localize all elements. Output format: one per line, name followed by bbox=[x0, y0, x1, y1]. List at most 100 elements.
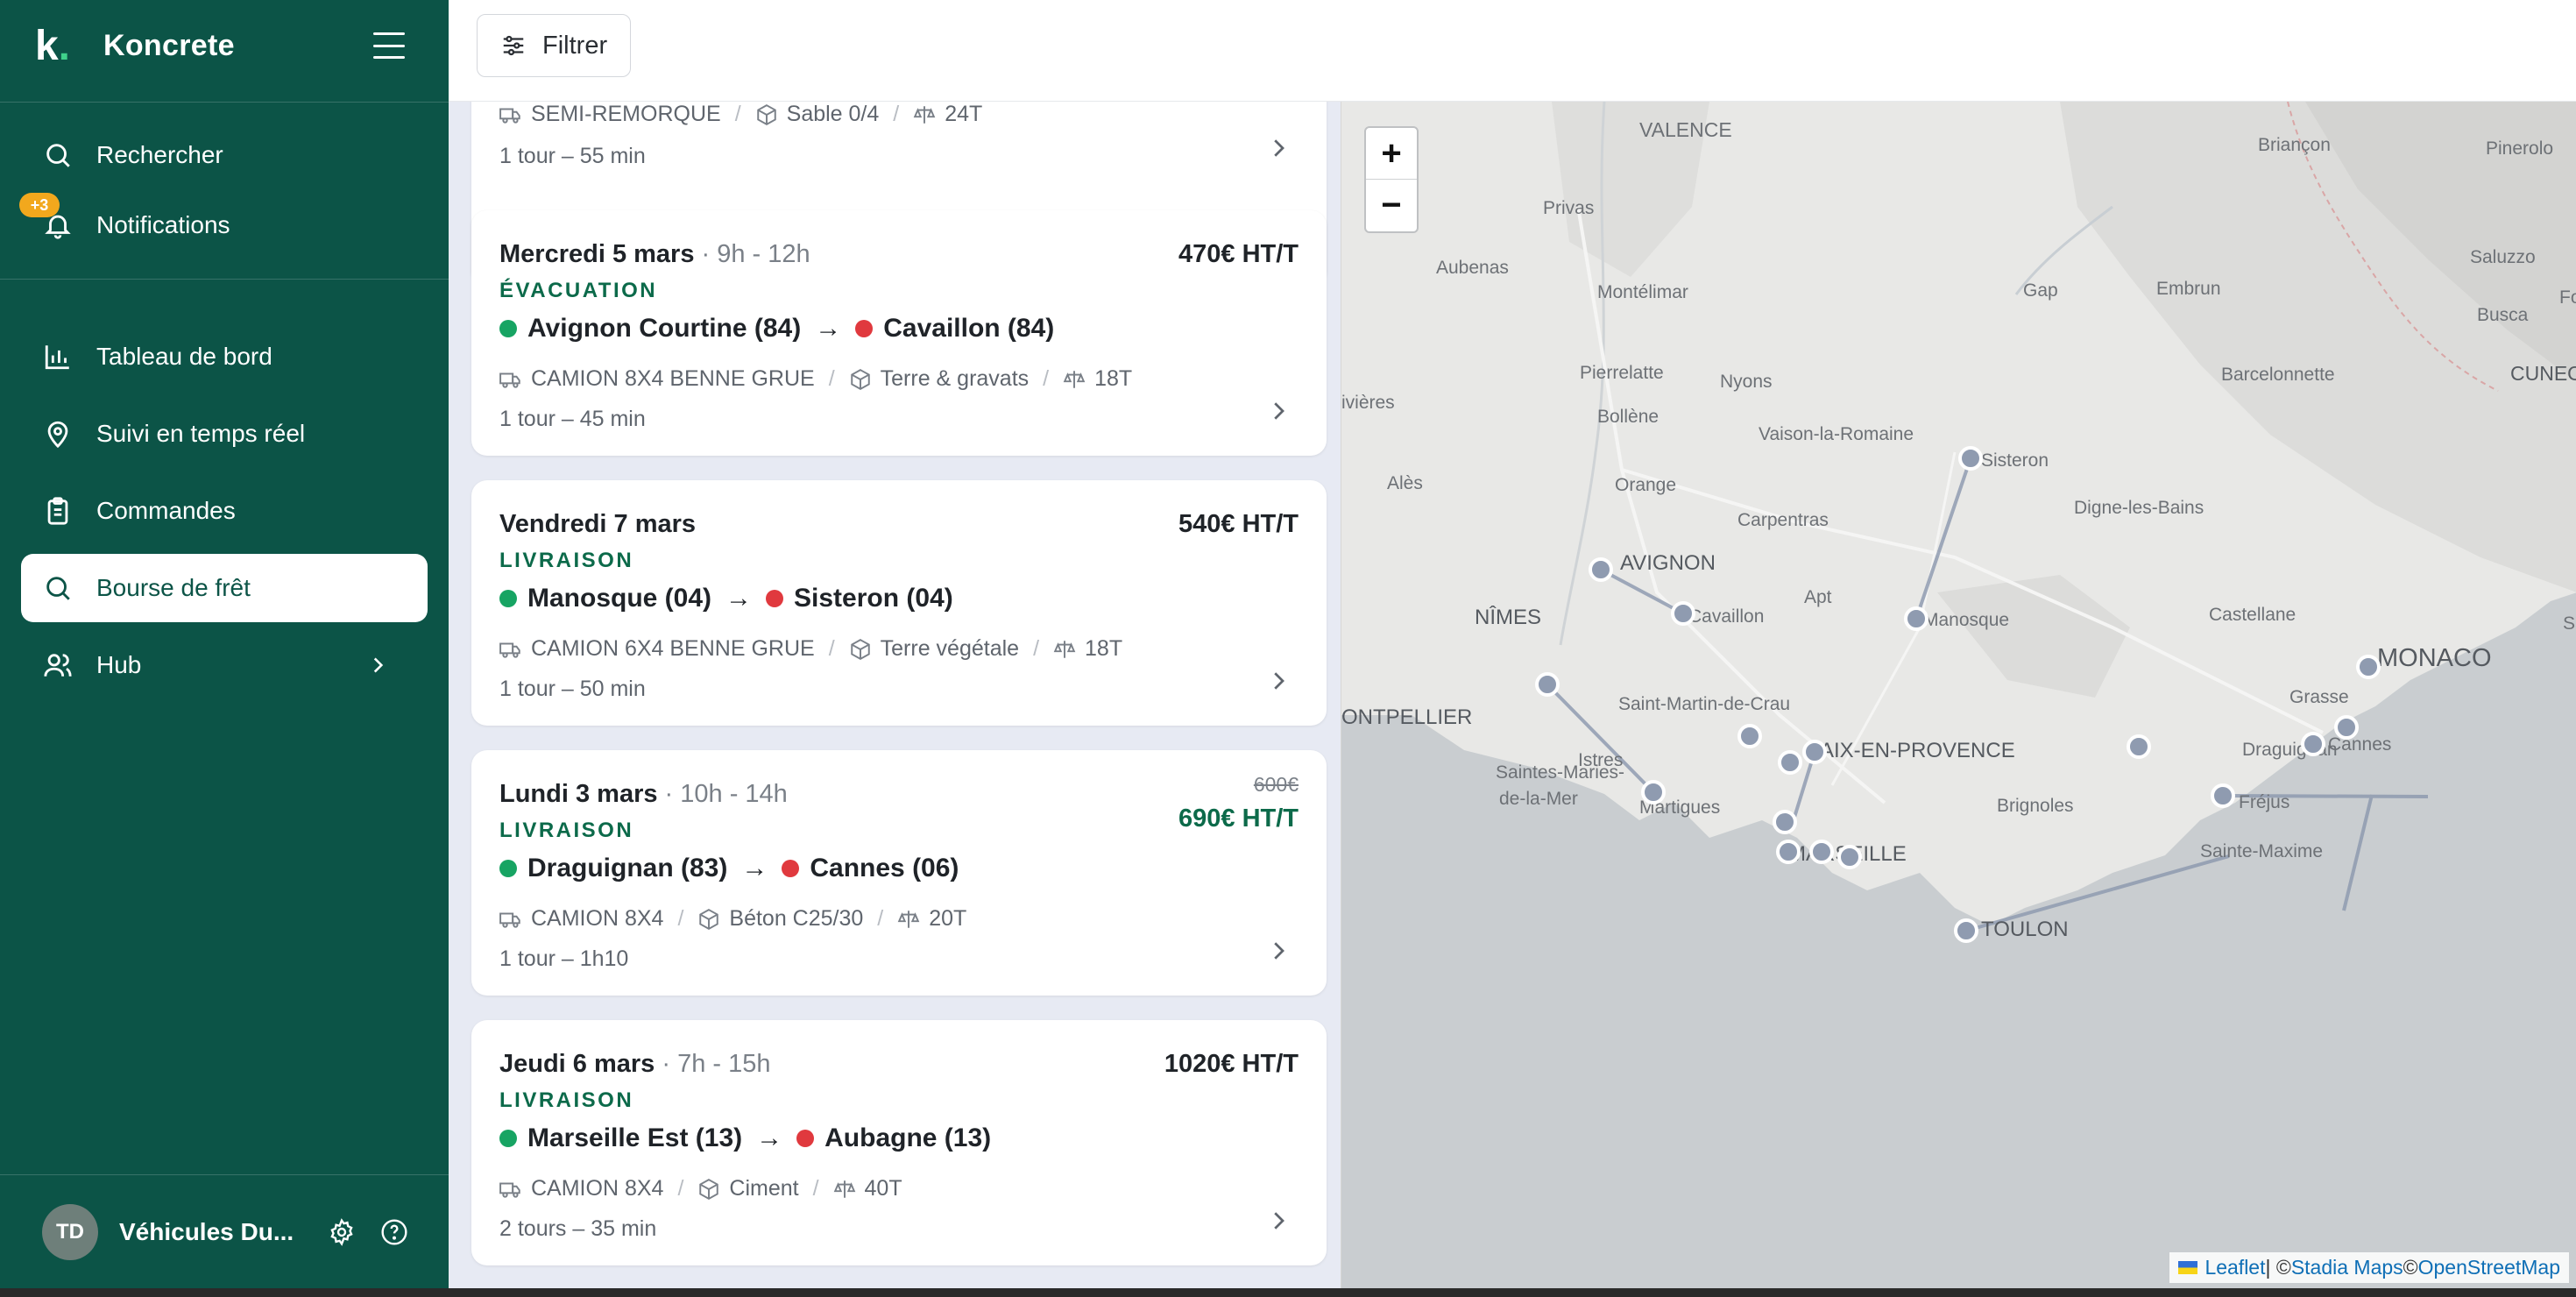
leaflet-link[interactable]: Leaflet bbox=[2204, 1256, 2265, 1279]
svg-text:Manosque: Manosque bbox=[1923, 610, 2009, 630]
filter-button[interactable]: Filtrer bbox=[477, 14, 632, 77]
sidebar-item-dashboard[interactable]: Tableau de bord bbox=[21, 322, 428, 391]
zoom-out-button[interactable]: − bbox=[1366, 180, 1417, 231]
svg-text:Aubenas: Aubenas bbox=[1436, 258, 1509, 278]
chevron-right-icon[interactable] bbox=[1265, 938, 1292, 968]
map-canvas[interactable]: VALENCE Privas Aubenas Montélimar Pierre… bbox=[1341, 102, 2576, 1288]
clipboard-icon bbox=[40, 493, 75, 528]
offer-card[interactable]: Mercredi 5 mars · 9h - 12h 470€ HT/T ÉVA… bbox=[471, 210, 1327, 456]
duration: 1 tour – 50 min bbox=[499, 677, 646, 701]
osm-link[interactable]: OpenStreetMap bbox=[2418, 1256, 2560, 1279]
origin: Avignon Courtine (84) bbox=[527, 314, 802, 343]
material: Béton C25/30 bbox=[729, 906, 864, 931]
offer-price: 1020€ HT/T bbox=[1164, 1050, 1299, 1078]
offer-date: Jeudi 6 mars · 7h - 15h bbox=[499, 1050, 771, 1078]
chevron-right-icon[interactable] bbox=[1265, 1208, 1292, 1238]
box-icon bbox=[699, 1178, 719, 1200]
svg-text:AVIGNON: AVIGNON bbox=[1620, 551, 1716, 575]
offer-price-old: 600€ bbox=[1253, 773, 1299, 796]
arrow-right-icon: → bbox=[815, 314, 842, 343]
map-marker bbox=[1809, 840, 1834, 864]
truck-icon bbox=[499, 912, 520, 928]
duration: 1 tour – 1h10 bbox=[499, 946, 629, 971]
map-attribution: Leaflet | © Stadia Maps © OpenStreetMap bbox=[2169, 1252, 2569, 1283]
offer-card[interactable]: Lundi 3 mars · 10h - 14h 600€ 690€ HT/T … bbox=[471, 750, 1327, 996]
map-marker bbox=[1837, 845, 1862, 869]
sidebar-search[interactable]: Rechercher bbox=[21, 121, 428, 189]
offer-meta: CAMION 6X4 BENNE GRUE / Terre végétale /… bbox=[499, 636, 1122, 662]
destination-dot bbox=[782, 860, 800, 877]
brand-name: Koncrete bbox=[103, 28, 235, 62]
settings-icon[interactable] bbox=[324, 1215, 359, 1250]
box-icon bbox=[699, 908, 719, 930]
origin-dot bbox=[499, 1130, 517, 1147]
scale-icon bbox=[1053, 640, 1076, 658]
offer-route: Avignon Courtine (84) → Cavaillon (84) bbox=[499, 314, 1054, 344]
svg-text:Briançon: Briançon bbox=[2258, 135, 2331, 155]
map-marker bbox=[1737, 724, 1762, 748]
svg-text:Nyons: Nyons bbox=[1720, 372, 1773, 392]
truck-icon bbox=[499, 372, 520, 388]
offer-date: Vendredi 7 mars bbox=[499, 510, 697, 538]
sidebar-item-label: Suivi en temps réel bbox=[96, 420, 306, 447]
zoom-in-button[interactable]: + bbox=[1366, 128, 1417, 180]
chevron-right-icon[interactable] bbox=[1265, 398, 1292, 429]
sidebar-item-hub[interactable]: Hub bbox=[21, 631, 428, 699]
svg-text:ivières: ivières bbox=[1341, 393, 1395, 413]
offer-card[interactable]: Jeudi 6 mars · 7h - 15h 1020€ HT/T LIVRA… bbox=[471, 1020, 1327, 1265]
sidebar-notifications[interactable]: Notifications bbox=[21, 191, 428, 259]
scale-icon bbox=[1063, 370, 1086, 388]
duration: 2 tours – 35 min bbox=[499, 1216, 657, 1241]
map-marker bbox=[2211, 783, 2235, 808]
offer-card[interactable]: Vendredi 7 mars 540€ HT/T LIVRAISON Mano… bbox=[471, 480, 1327, 726]
map-marker bbox=[1776, 840, 1801, 864]
offer-date: Mercredi 5 mars · 9h - 12h bbox=[499, 240, 810, 268]
svg-text:CUNEO: CUNEO bbox=[2510, 362, 2576, 385]
offer-meta: CAMION 8X4 / Béton C25/30 / 20T bbox=[499, 906, 966, 932]
origin: Marseille Est (13) bbox=[527, 1123, 743, 1152]
svg-text:Busca: Busca bbox=[2477, 305, 2529, 325]
user-name[interactable]: Véhicules Du... bbox=[119, 1218, 307, 1246]
map-marker bbox=[1802, 740, 1827, 764]
sidebar-item-label: Tableau de bord bbox=[96, 343, 272, 370]
svg-text:ONTPELLIER: ONTPELLIER bbox=[1341, 705, 1472, 729]
window-bottom-edge bbox=[0, 1288, 2576, 1297]
box-icon bbox=[850, 368, 870, 390]
avatar[interactable]: TD bbox=[42, 1203, 98, 1260]
sidebar-notifications-label: Notifications bbox=[96, 211, 230, 238]
map-marker bbox=[1589, 557, 1613, 582]
svg-text:Digne-les-Bains: Digne-les-Bains bbox=[2074, 498, 2204, 518]
svg-text:Alès: Alès bbox=[1387, 473, 1423, 493]
weight: 18T bbox=[1094, 366, 1133, 391]
sidebar-item-tracking[interactable]: Suivi en temps réel bbox=[21, 400, 428, 468]
offer-date: Lundi 3 mars · 10h - 14h bbox=[499, 780, 788, 808]
weight: 20T bbox=[929, 906, 967, 931]
duration: 1 tour – 45 min bbox=[499, 407, 646, 431]
truck-icon bbox=[499, 642, 520, 658]
svg-text:Apt: Apt bbox=[1804, 587, 1832, 607]
svg-text:VALENCE: VALENCE bbox=[1639, 118, 1732, 141]
sidebar-item-freight-exchange[interactable]: Bourse de frêt bbox=[21, 554, 428, 622]
sidebar-item-label: Hub bbox=[96, 651, 142, 678]
destination: Cavaillon (84) bbox=[883, 314, 1055, 343]
sidebar-item-orders[interactable]: Commandes bbox=[21, 477, 428, 545]
map-marker bbox=[1904, 606, 1928, 631]
brand[interactable]: k. Koncrete bbox=[28, 21, 235, 70]
offer-route: Manosque (04) → Sisteron (04) bbox=[499, 584, 953, 613]
help-icon[interactable] bbox=[377, 1215, 412, 1250]
menu-toggle-icon[interactable] bbox=[370, 30, 408, 61]
origin: Manosque (04) bbox=[527, 584, 712, 613]
chevron-right-icon[interactable] bbox=[1265, 135, 1292, 166]
svg-text:Pierrelatte: Pierrelatte bbox=[1580, 363, 1664, 383]
filter-label: Filtrer bbox=[542, 31, 608, 60]
scale-icon bbox=[913, 105, 936, 124]
notifications-badge: +3 bbox=[19, 193, 60, 217]
chevron-right-icon[interactable] bbox=[1265, 668, 1292, 698]
destination-dot bbox=[796, 1130, 815, 1147]
svg-text:Fréjus: Fréjus bbox=[2239, 792, 2289, 812]
svg-text:Saint-Martin-de-Crau: Saint-Martin-de-Crau bbox=[1618, 694, 1790, 714]
destination: Sisteron (04) bbox=[794, 584, 953, 613]
map[interactable]: VALENCE Privas Aubenas Montélimar Pierre… bbox=[1341, 102, 2576, 1288]
stadia-link[interactable]: Stadia Maps bbox=[2291, 1256, 2403, 1279]
truck-type: CAMION 6X4 BENNE GRUE bbox=[531, 636, 815, 661]
